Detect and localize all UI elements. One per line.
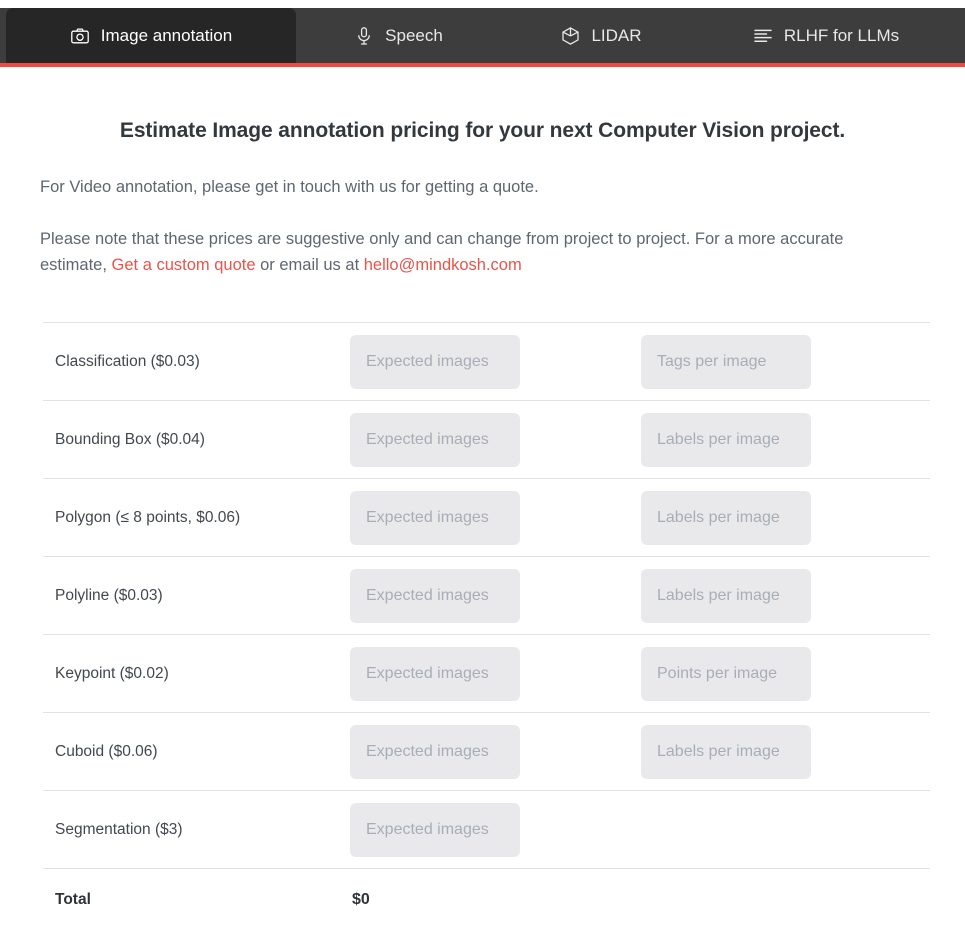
row-label: Classification ($0.03): [55, 352, 200, 370]
row-units-cell: [641, 568, 932, 623]
table-row-total: Total $0: [43, 869, 930, 931]
video-annotation-note: For Video annotation, please get in touc…: [40, 178, 539, 196]
tab-bar: Image annotation Speech LIDAR RLHF for L…: [0, 8, 965, 63]
expected-images-input[interactable]: [350, 646, 520, 701]
expected-images-input[interactable]: [350, 802, 520, 857]
row-label: Segmentation ($3): [55, 820, 183, 838]
row-images-cell: [350, 724, 641, 779]
microphone-icon: [354, 26, 374, 46]
expected-images-input[interactable]: [350, 412, 520, 467]
get-custom-quote-link[interactable]: Get a custom quote: [112, 256, 256, 274]
units-per-image-input[interactable]: [641, 412, 811, 467]
row-units-cell: [641, 412, 932, 467]
cube-icon: [560, 26, 580, 46]
tab-label: Speech: [385, 25, 443, 45]
tab-lidar[interactable]: LIDAR: [501, 8, 701, 63]
row-label: Bounding Box ($0.04): [55, 430, 205, 448]
row-units-cell: [641, 334, 932, 389]
units-per-image-input[interactable]: [641, 724, 811, 779]
row-images-cell: [350, 412, 641, 467]
email-link[interactable]: hello@mindkosh.com: [364, 256, 522, 274]
expected-images-input[interactable]: [350, 334, 520, 389]
tab-label: RLHF for LLMs: [783, 25, 900, 45]
list-lines-icon: [753, 26, 773, 46]
pricing-disclaimer: Please note that these prices are sugges…: [0, 200, 925, 278]
disclaimer-text-part-2: or email us at: [255, 256, 364, 274]
tab-speech[interactable]: Speech: [296, 8, 501, 63]
row-images-cell: [350, 490, 641, 545]
expected-images-input[interactable]: [350, 490, 520, 545]
table-row: Polygon (≤ 8 points, $0.06): [43, 479, 930, 557]
tab-label: LIDAR: [591, 25, 642, 45]
row-units-cell: [641, 646, 932, 701]
units-per-image-input[interactable]: [641, 646, 811, 701]
table-row: Bounding Box ($0.04): [43, 401, 930, 479]
table-row: Polyline ($0.03): [43, 557, 930, 635]
row-label: Keypoint ($0.02): [55, 664, 169, 682]
tab-image-annotation[interactable]: Image annotation: [6, 8, 296, 63]
table-row: Classification ($0.03): [43, 323, 930, 401]
row-units-cell: [641, 724, 932, 779]
expected-images-input[interactable]: [350, 568, 520, 623]
pricing-table: Classification ($0.03) Bounding Box ($0.…: [43, 322, 930, 931]
total-label: Total: [55, 891, 91, 908]
units-per-image-input[interactable]: [641, 568, 811, 623]
units-per-image-input[interactable]: [641, 334, 811, 389]
row-label: Cuboid ($0.06): [55, 742, 158, 760]
row-images-cell: [350, 802, 641, 857]
row-images-cell: [350, 568, 641, 623]
total-value: $0: [352, 891, 370, 908]
row-label: Polyline ($0.03): [55, 586, 163, 604]
tab-rlhf-for-llms[interactable]: RLHF for LLMs: [701, 8, 951, 63]
page-title: Estimate Image annotation pricing for yo…: [119, 119, 846, 142]
page-content: Estimate Image annotation pricing for yo…: [0, 67, 965, 931]
table-row: Segmentation ($3): [43, 791, 930, 869]
total-value-cell: $0: [350, 891, 641, 909]
units-per-image-input[interactable]: [641, 490, 811, 545]
row-label: Polygon (≤ 8 points, $0.06): [55, 508, 241, 526]
row-units-cell: [641, 490, 932, 545]
row-images-cell: [350, 646, 641, 701]
table-row: Keypoint ($0.02): [43, 635, 930, 713]
camera-icon: [70, 26, 90, 46]
table-row: Cuboid ($0.06): [43, 713, 930, 791]
tab-bar-region: Image annotation Speech LIDAR RLHF for L…: [0, 8, 965, 67]
row-images-cell: [350, 334, 641, 389]
tab-label: Image annotation: [100, 25, 233, 45]
expected-images-input[interactable]: [350, 724, 520, 779]
